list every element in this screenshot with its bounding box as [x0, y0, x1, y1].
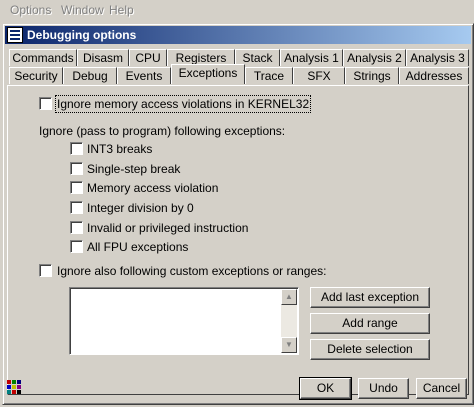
single-step-break-label[interactable]: Single-step break — [87, 162, 180, 176]
ignore-exceptions-group-label: Ignore (pass to program) following excep… — [39, 124, 286, 138]
delete-selection-button[interactable]: Delete selection — [310, 339, 430, 360]
title-bar[interactable]: Debugging options — [5, 26, 471, 44]
window-menu-icon[interactable] — [7, 27, 23, 43]
cancel-button[interactable]: Cancel — [416, 378, 467, 399]
tab-security[interactable]: Security — [9, 67, 63, 84]
invalid-instruction-checkbox[interactable] — [70, 221, 83, 234]
tab-analysis-2[interactable]: Analysis 2 — [343, 49, 406, 66]
invalid-instruction-label[interactable]: Invalid or privileged instruction — [87, 221, 248, 235]
custom-exceptions-checkbox[interactable] — [39, 264, 52, 277]
ignore-kernel32-checkbox[interactable] — [39, 97, 52, 110]
tab-addresses[interactable]: Addresses — [399, 67, 469, 84]
fpu-exceptions-checkbox[interactable] — [70, 240, 83, 253]
tab-disasm[interactable]: Disasm — [77, 49, 129, 66]
int3-breaks-label[interactable]: INT3 breaks — [87, 142, 152, 156]
scroll-down-icon[interactable]: ▼ — [281, 337, 297, 353]
undo-button[interactable]: Undo — [358, 378, 409, 399]
int3-breaks-checkbox[interactable] — [70, 142, 83, 155]
menu-window[interactable]: Window — [61, 3, 104, 17]
single-step-break-checkbox[interactable] — [70, 162, 83, 175]
tab-analysis-3[interactable]: Analysis 3 — [406, 49, 469, 66]
tab-debug[interactable]: Debug — [63, 67, 117, 84]
tab-exceptions[interactable]: Exceptions — [171, 64, 245, 84]
memory-access-violation-checkbox[interactable] — [70, 181, 83, 194]
custom-exceptions-label[interactable]: Ignore also following custom exceptions … — [57, 264, 326, 278]
list-scrollbar[interactable]: ▲ ▼ — [281, 289, 297, 353]
tab-events[interactable]: Events — [117, 67, 171, 84]
menu-help[interactable]: Help — [109, 3, 134, 17]
tab-commands[interactable]: Commands — [9, 49, 77, 66]
memory-access-violation-label[interactable]: Memory access violation — [87, 181, 218, 195]
ok-button[interactable]: OK — [299, 377, 352, 400]
scroll-up-icon[interactable]: ▲ — [281, 289, 297, 305]
tab-strings[interactable]: Strings — [345, 67, 399, 84]
ignore-kernel32-label[interactable]: Ignore memory access violations in KERNE… — [54, 95, 312, 113]
tab-sfx[interactable]: SFX — [293, 67, 345, 84]
integer-division-label[interactable]: Integer division by 0 — [87, 201, 194, 215]
add-range-button[interactable]: Add range — [310, 313, 430, 334]
integer-division-checkbox[interactable] — [70, 201, 83, 214]
tab-analysis-1[interactable]: Analysis 1 — [280, 49, 343, 66]
add-last-exception-button[interactable]: Add last exception — [310, 287, 430, 308]
menu-options[interactable]: Options — [10, 3, 51, 17]
dialog-title: Debugging options — [27, 28, 137, 42]
custom-exceptions-list[interactable]: ▲ ▼ — [69, 287, 299, 355]
tab-cpu[interactable]: CPU — [129, 49, 167, 66]
menubar: Options Window Help — [0, 0, 474, 20]
tab-trace[interactable]: Trace — [245, 67, 293, 84]
fpu-exceptions-label[interactable]: All FPU exceptions — [87, 240, 188, 254]
grid-icon[interactable] — [7, 380, 23, 396]
